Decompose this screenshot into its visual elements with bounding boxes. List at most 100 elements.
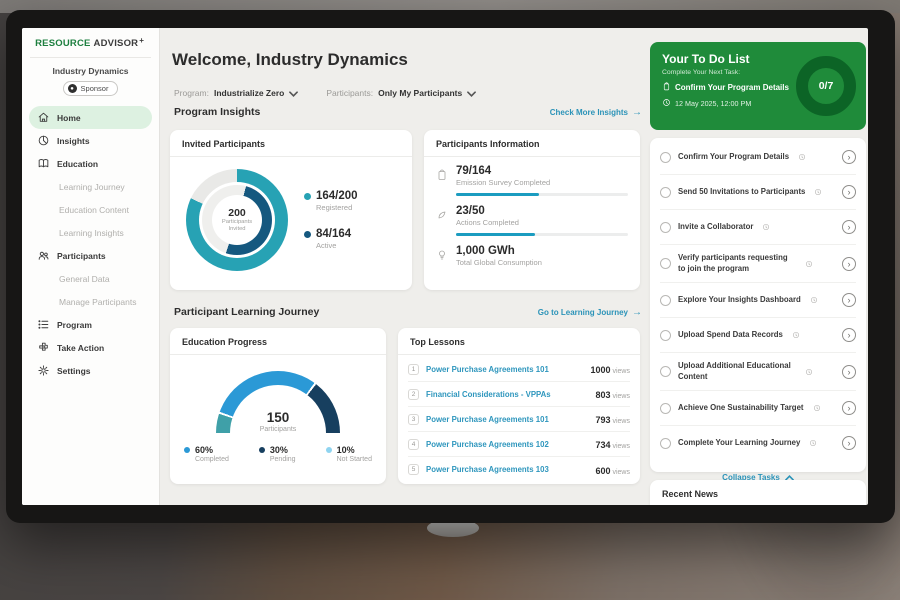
- sidebar-menu: Home Insights Education: [22, 106, 159, 382]
- home-icon: [37, 111, 50, 124]
- arrow-right-icon: →: [632, 107, 642, 118]
- lesson-link[interactable]: Power Purchase Agreements 103: [426, 465, 588, 474]
- stat-global-consumption: 1,000 GWh Total Global Consumption: [436, 245, 628, 267]
- task-checkbox[interactable]: [660, 438, 671, 449]
- task-row: Achieve One Sustainability Target ›: [660, 391, 856, 426]
- task-checkbox[interactable]: [660, 222, 671, 233]
- task-row: Send 50 Invitations to Participants ›: [660, 175, 856, 210]
- monitor-bezel: RESOURCE ADVISOR + Industry Dynamics ● S…: [6, 10, 895, 523]
- program-select[interactable]: Program: Industrialize Zero: [174, 84, 298, 102]
- lesson-link[interactable]: Power Purchase Agreements 102: [426, 440, 588, 449]
- progress-fill: [456, 193, 539, 196]
- lesson-link[interactable]: Power Purchase Agreements 101: [426, 415, 588, 424]
- rank-badge: 1: [408, 364, 419, 375]
- task-open-button[interactable]: ›: [842, 401, 856, 415]
- clock-icon: [805, 255, 813, 273]
- clipboard-icon: [436, 168, 448, 180]
- rank-badge: 5: [408, 464, 419, 475]
- todo-next-task: Confirm Your Program Details: [675, 83, 789, 92]
- program-select-value: Industrialize Zero: [214, 88, 284, 98]
- task-checkbox[interactable]: [660, 187, 671, 198]
- legend-completed: 60% Completed: [184, 445, 229, 463]
- education-gauge-chart: 150 Participants: [216, 371, 340, 433]
- card-title: Invited Participants: [170, 130, 412, 157]
- rank-badge: 4: [408, 439, 419, 450]
- legend-active: 84/164 Active: [304, 228, 358, 250]
- task-checkbox[interactable]: [660, 295, 671, 306]
- go-to-learning-journey-link[interactable]: Go to Learning Journey →: [538, 307, 642, 318]
- task-row: Upload Spend Data Records ›: [660, 318, 856, 353]
- todo-due-date: 12 May 2025, 12:00 PM: [675, 99, 751, 108]
- task-open-button[interactable]: ›: [842, 365, 856, 379]
- section-title: Participant Learning Journey: [174, 306, 319, 318]
- clock-icon: [798, 148, 806, 166]
- program-select-label: Program:: [174, 88, 209, 98]
- task-open-button[interactable]: ›: [842, 257, 856, 271]
- list-icon: [37, 318, 50, 331]
- chevron-down-icon: [467, 84, 476, 102]
- sidebar-item-manage-participants[interactable]: Manage Participants: [29, 290, 152, 313]
- task-checkbox[interactable]: [660, 258, 671, 269]
- todo-task-list: Confirm Your Program Details › Send 50 I…: [650, 138, 866, 472]
- participants-select[interactable]: Participants: Only My Participants: [326, 84, 476, 102]
- task-open-button[interactable]: ›: [842, 293, 856, 307]
- lesson-row: 2 Financial Considerations - VPPAs 803vi…: [408, 382, 630, 407]
- sidebar-item-learning-insights[interactable]: Learning Insights: [29, 221, 152, 244]
- sidebar-item-learning-journey[interactable]: Learning Journey: [29, 175, 152, 198]
- task-open-button[interactable]: ›: [842, 220, 856, 234]
- arrow-right-icon: →: [632, 307, 642, 318]
- sidebar-item-education-content[interactable]: Education Content: [29, 198, 152, 221]
- rank-badge: 3: [408, 414, 419, 425]
- todo-progress-value: 0/7: [819, 80, 834, 92]
- sidebar-item-general-data[interactable]: General Data: [29, 267, 152, 290]
- task-checkbox[interactable]: [660, 366, 671, 377]
- progress-fill: [456, 233, 535, 236]
- task-checkbox[interactable]: [660, 330, 671, 341]
- card-title: Education Progress: [170, 328, 386, 355]
- check-more-insights-link[interactable]: Check More Insights →: [550, 107, 642, 118]
- sidebar-item-home[interactable]: Home: [29, 106, 152, 129]
- sidebar-item-settings[interactable]: Settings: [29, 359, 152, 382]
- task-row: Upload Additional Educational Content ›: [660, 353, 856, 391]
- task-row: Invite a Collaborator ›: [660, 210, 856, 245]
- sidebar-item-take-action[interactable]: Take Action: [29, 336, 152, 359]
- sidebar: RESOURCE ADVISOR + Industry Dynamics ● S…: [22, 28, 160, 505]
- task-checkbox[interactable]: [660, 152, 671, 163]
- lesson-link[interactable]: Financial Considerations - VPPAs: [426, 390, 588, 399]
- task-open-button[interactable]: ›: [842, 185, 856, 199]
- task-open-button[interactable]: ›: [842, 436, 856, 450]
- sidebar-item-label: Insights: [57, 136, 90, 146]
- sponsor-badge[interactable]: ● Sponsor: [63, 81, 119, 96]
- chevron-down-icon: [289, 84, 298, 102]
- education-progress-card: Education Progress 150 Participants 60%: [170, 328, 386, 484]
- task-open-button[interactable]: ›: [842, 150, 856, 164]
- sidebar-item-participants[interactable]: Participants: [29, 244, 152, 267]
- task-row: Verify participants requesting to join t…: [660, 245, 856, 283]
- legend-dot: [259, 447, 265, 453]
- recent-news-card: Recent News: [650, 480, 866, 505]
- learning-journey-header: Participant Learning Journey Go to Learn…: [174, 306, 642, 318]
- lesson-row: 1 Power Purchase Agreements 101 1000view…: [408, 357, 630, 382]
- program-insights-header: Program Insights Check More Insights →: [174, 106, 642, 118]
- task-checkbox[interactable]: [660, 403, 671, 414]
- task-row: Explore Your Insights Dashboard ›: [660, 283, 856, 318]
- task-row: Complete Your Learning Journey ›: [660, 426, 856, 460]
- sidebar-item-education[interactable]: Education: [29, 152, 152, 175]
- brand-secondary: ADVISOR: [94, 38, 139, 49]
- card-title: Participants Information: [424, 130, 640, 157]
- legend-not-started: 10% Not Started: [326, 445, 372, 463]
- clock-icon: [805, 363, 813, 381]
- lesson-link[interactable]: Power Purchase Agreements 101: [426, 365, 583, 374]
- clock-icon: [813, 399, 821, 417]
- task-open-button[interactable]: ›: [842, 328, 856, 342]
- puzzle-icon: [37, 341, 50, 354]
- todo-progress-ring: 0/7: [796, 56, 856, 116]
- sidebar-item-program[interactable]: Program: [29, 313, 152, 336]
- clock-icon: [810, 291, 818, 309]
- lesson-row: 4 Power Purchase Agreements 102 734views: [408, 432, 630, 457]
- sidebar-item-insights[interactable]: Insights: [29, 129, 152, 152]
- organization-name: Industry Dynamics: [22, 66, 159, 76]
- sidebar-item-label: Education: [57, 159, 98, 169]
- clock-icon: [814, 183, 822, 201]
- legend-dot: [184, 447, 190, 453]
